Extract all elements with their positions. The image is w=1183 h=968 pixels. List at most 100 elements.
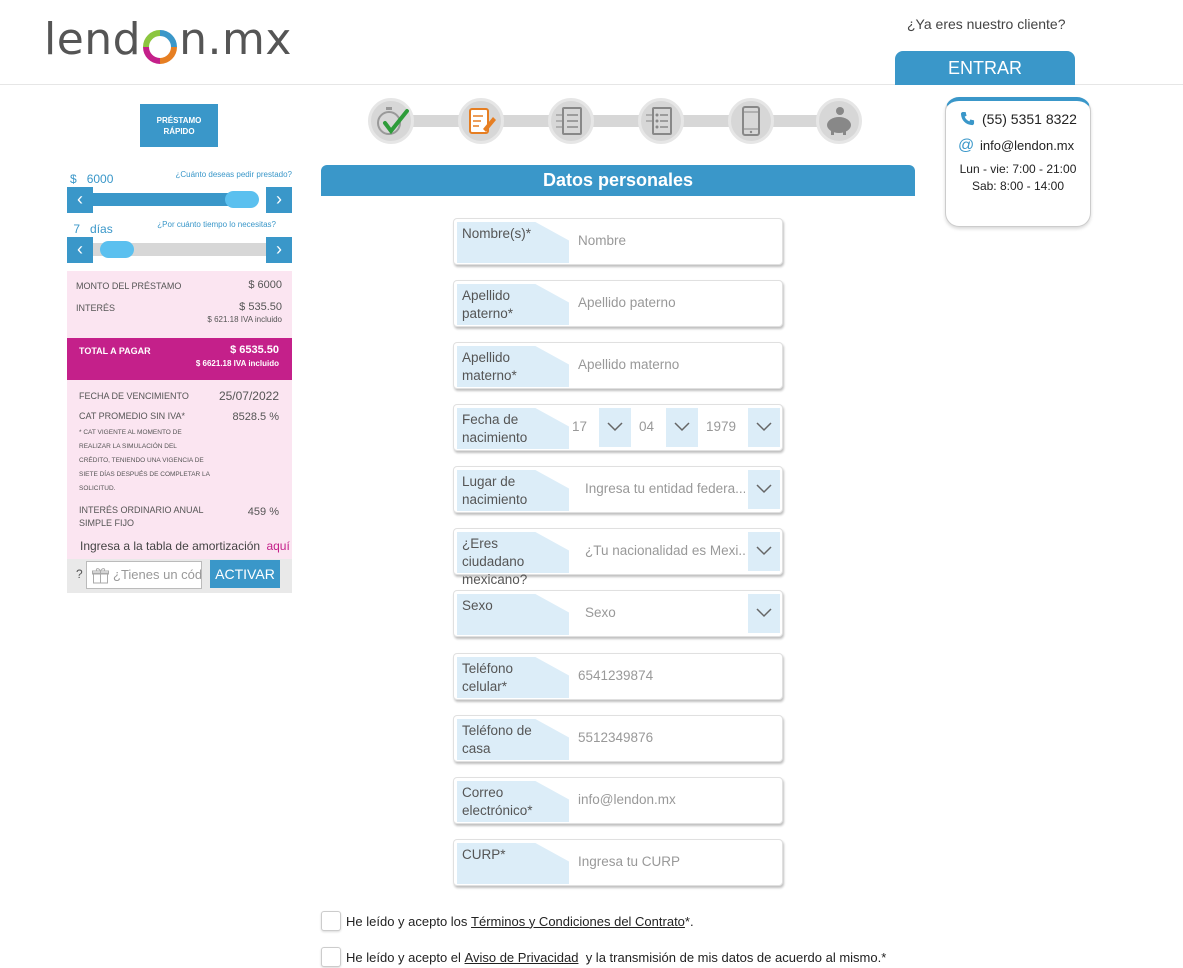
amount-slider-track[interactable]	[93, 191, 266, 208]
summary-due-label: FECHA DE VENCIMIENTO	[79, 391, 189, 401]
field-label-line: Apellido	[462, 288, 511, 303]
quick-loan-label-1: PRÉSTAMO	[156, 116, 202, 125]
nacionalidad-dropdown[interactable]	[748, 532, 780, 571]
amount-decrease-button[interactable]: ‹	[67, 187, 93, 213]
login-button[interactable]: ENTRAR	[895, 51, 1075, 85]
chevron-down-icon	[756, 484, 772, 494]
field-label-line: CURP*	[462, 847, 506, 862]
hours-saturday: Sab: 8:00 - 14:00	[971, 179, 1065, 193]
logo-o-mark	[142, 25, 178, 64]
amount-slider: $ 6000 ¿Cuánto deseas pedir prestado? ‹ …	[67, 170, 292, 220]
terms-text: He leído y acepto los	[346, 913, 468, 929]
quick-loan-button[interactable]: PRÉSTAMO RÁPIDO	[140, 104, 218, 147]
days-decrease-button[interactable]: ‹	[67, 237, 93, 263]
amortization-link[interactable]: aquí	[266, 539, 289, 553]
days-slider-handle[interactable]	[100, 241, 134, 258]
promo-code-bar: ? ¿Tienes un código? ACTIVAR	[67, 559, 292, 593]
field-label: Apellido materno*	[457, 346, 569, 387]
days-number: 7	[73, 222, 81, 236]
field-label: ¿Eres ciudadano	[457, 532, 569, 573]
contact-phone[interactable]: (55) 5351 8322	[982, 111, 1077, 127]
cat-note-line: CRÉDITO, TENIENDO UNA VIGENCIA DE	[79, 457, 204, 464]
amount-currency: $	[70, 172, 77, 186]
phone-icon	[960, 111, 975, 131]
field-label-line: Teléfono	[462, 661, 514, 676]
terms-row: He leído y acepto los Términos y Condici…	[321, 911, 694, 931]
activate-button[interactable]: ACTIVAR	[210, 560, 280, 588]
field-label: Teléfono de casa	[457, 719, 569, 760]
field-apellido-materno: Apellido materno* Apellido materno	[453, 342, 783, 389]
birth-year-select[interactable]: 1979	[706, 419, 736, 434]
step-3-checklist-icon	[548, 98, 594, 144]
birth-month-select[interactable]: 04	[639, 419, 654, 434]
cat-disclaimer: * CAT VIGENTE AL MOMENTO DE REALIZAR LA …	[79, 426, 229, 496]
birth-day-select[interactable]: 17	[572, 419, 587, 434]
amount-slider-handle[interactable]	[225, 191, 259, 208]
step-2-form-edit-icon	[458, 98, 504, 144]
birth-month-dropdown[interactable]	[666, 408, 698, 447]
promo-help-icon[interactable]: ?	[76, 567, 83, 581]
privacy-text: He leído y acepto el	[346, 949, 461, 965]
correo-input[interactable]: info@lendon.mx	[578, 792, 676, 807]
chevron-down-icon	[756, 546, 772, 556]
field-label: CURP*	[457, 843, 569, 884]
privacy-link[interactable]: Aviso de Privacidad	[465, 950, 579, 965]
at-icon: @	[958, 137, 975, 154]
contact-email[interactable]: info@lendon.mx	[980, 138, 1074, 153]
apellido-paterno-input[interactable]: Apellido paterno	[578, 295, 676, 310]
field-label-line: Sexo	[462, 598, 493, 613]
field-label-line: Teléfono de	[462, 723, 532, 738]
lendon-logo[interactable]: lend n.mx	[44, 14, 292, 65]
field-apellido-paterno: Apellido paterno* Apellido paterno	[453, 280, 783, 327]
amount-number: 6000	[86, 172, 114, 186]
field-label-line: celular*	[462, 679, 508, 694]
amount-increase-button[interactable]: ›	[266, 187, 292, 213]
cat-note-line: REALIZAR LA SIMULACIÓN DEL	[79, 443, 177, 450]
lugar-dropdown[interactable]	[748, 470, 780, 509]
summary-annual-label-2: SIMPLE FIJO	[79, 518, 135, 528]
birth-year-dropdown[interactable]	[748, 408, 780, 447]
days-increase-button[interactable]: ›	[266, 237, 292, 263]
summary-total-label: TOTAL A PAGAR	[79, 346, 151, 356]
birth-day-dropdown[interactable]	[599, 408, 631, 447]
field-label-line: nacimiento	[462, 430, 528, 445]
field-label-line: Lugar de	[462, 474, 516, 489]
promo-code-input[interactable]: ¿Tienes un código?	[86, 561, 202, 589]
field-label-line: nacimiento	[462, 492, 528, 507]
sexo-dropdown[interactable]	[748, 594, 780, 633]
field-label-line: ¿Eres	[462, 536, 499, 551]
days-slider-track[interactable]	[93, 241, 266, 258]
privacy-checkbox[interactable]	[321, 947, 341, 967]
amount-slider-fill	[93, 193, 242, 206]
field-label-line: paterno*	[462, 306, 514, 321]
nombre-input[interactable]: Nombre	[578, 233, 626, 248]
field-nombre: Nombre(s)* Nombre	[453, 218, 783, 265]
hours-weekday: Lun - vie: 7:00 - 21:00	[959, 162, 1077, 176]
summary-annual-label: INTERÉS ORDINARIO ANUAL SIMPLE FIJO	[79, 504, 204, 530]
field-telefono-casa: Teléfono de casa 5512349876	[453, 715, 783, 762]
telefono-celular-input[interactable]: 6541239874	[578, 668, 653, 683]
chevron-down-icon	[756, 608, 772, 618]
site-header: lend n.mx ¿Ya eres nuestro cliente? ENTR…	[0, 0, 1183, 85]
client-question: ¿Ya eres nuestro cliente?	[907, 16, 1066, 32]
nacionalidad-select[interactable]: ¿Tu nacionalidad es Mexi...	[585, 543, 745, 558]
loan-summary: MONTO DEL PRÉSTAMO $ 6000 INTERÉS $ 535.…	[67, 271, 292, 561]
field-label-line: Nombre(s)*	[462, 226, 532, 241]
curp-input[interactable]: Ingresa tu CURP	[578, 854, 680, 869]
terms-link[interactable]: Términos y Condiciones del Contrato	[471, 914, 685, 929]
chevron-down-icon	[607, 422, 623, 432]
apellido-materno-input[interactable]: Apellido materno	[578, 357, 679, 372]
lugar-nacimiento-select[interactable]: Ingresa tu entidad federa...	[585, 481, 745, 496]
privacy-row: He leído y acepto el Aviso de Privacidad…	[321, 947, 886, 967]
field-label: Lugar de nacimiento	[457, 470, 569, 511]
privacy-suffix: y la transmisión de mis datos de acuerdo…	[578, 949, 887, 965]
field-ciudadano: ¿Eres ciudadano mexicano? ¿Tu nacionalida…	[453, 528, 783, 587]
terms-checkbox[interactable]	[321, 911, 341, 931]
field-label: Apellido paterno*	[457, 284, 569, 325]
summary-interest-value: $ 535.50	[239, 301, 282, 313]
promo-code-placeholder: ¿Tienes un código?	[113, 567, 202, 582]
step-5-smartphone-icon	[728, 98, 774, 144]
telefono-casa-input[interactable]: 5512349876	[578, 730, 653, 745]
sexo-select[interactable]: Sexo	[585, 605, 616, 620]
field-label-line: electrónico*	[462, 803, 533, 818]
